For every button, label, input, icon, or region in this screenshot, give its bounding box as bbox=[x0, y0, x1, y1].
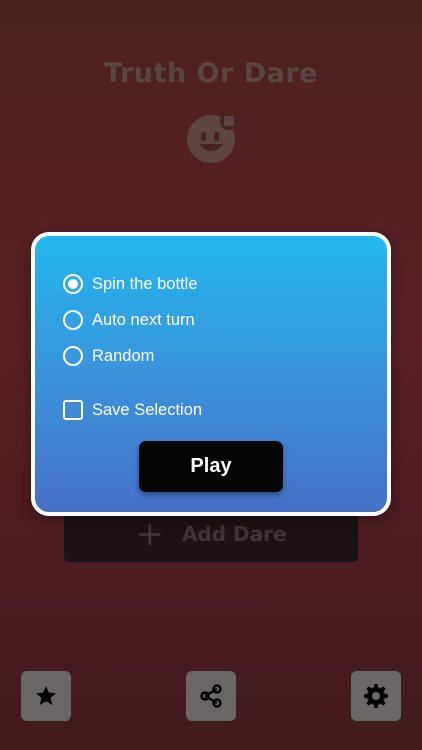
option-label: Spin the bottle bbox=[92, 274, 198, 293]
option-label: Random bbox=[92, 346, 155, 365]
option-spin-the-bottle[interactable]: Spin the bottle bbox=[63, 274, 198, 294]
settings-button[interactable] bbox=[351, 671, 401, 721]
option-label: Auto next turn bbox=[92, 310, 195, 329]
share-button[interactable] bbox=[186, 671, 236, 721]
save-selection-checkbox[interactable] bbox=[63, 400, 83, 420]
option-random[interactable]: Random bbox=[63, 346, 154, 366]
save-selection-label: Save Selection bbox=[92, 400, 203, 419]
radio-selected[interactable] bbox=[63, 274, 83, 294]
game-options-dialog: Spin the bottle Auto next turn Random Sa… bbox=[31, 232, 391, 516]
add-dare-label: Add Dare bbox=[181, 522, 287, 546]
share-icon bbox=[200, 684, 222, 708]
radio-unselected[interactable] bbox=[63, 346, 83, 366]
page-title: Truth Or Dare bbox=[104, 58, 318, 89]
radio-unselected[interactable] bbox=[63, 310, 83, 330]
save-selection-checkbox-row[interactable]: Save Selection bbox=[63, 400, 202, 420]
favorites-button[interactable] bbox=[21, 671, 71, 721]
play-button[interactable]: Play bbox=[139, 441, 283, 492]
gear-icon bbox=[364, 684, 388, 708]
star-icon bbox=[36, 686, 56, 705]
plus-icon: + bbox=[135, 514, 164, 554]
smiley-logo-icon bbox=[187, 112, 238, 163]
option-auto-next-turn[interactable]: Auto next turn bbox=[63, 310, 195, 330]
